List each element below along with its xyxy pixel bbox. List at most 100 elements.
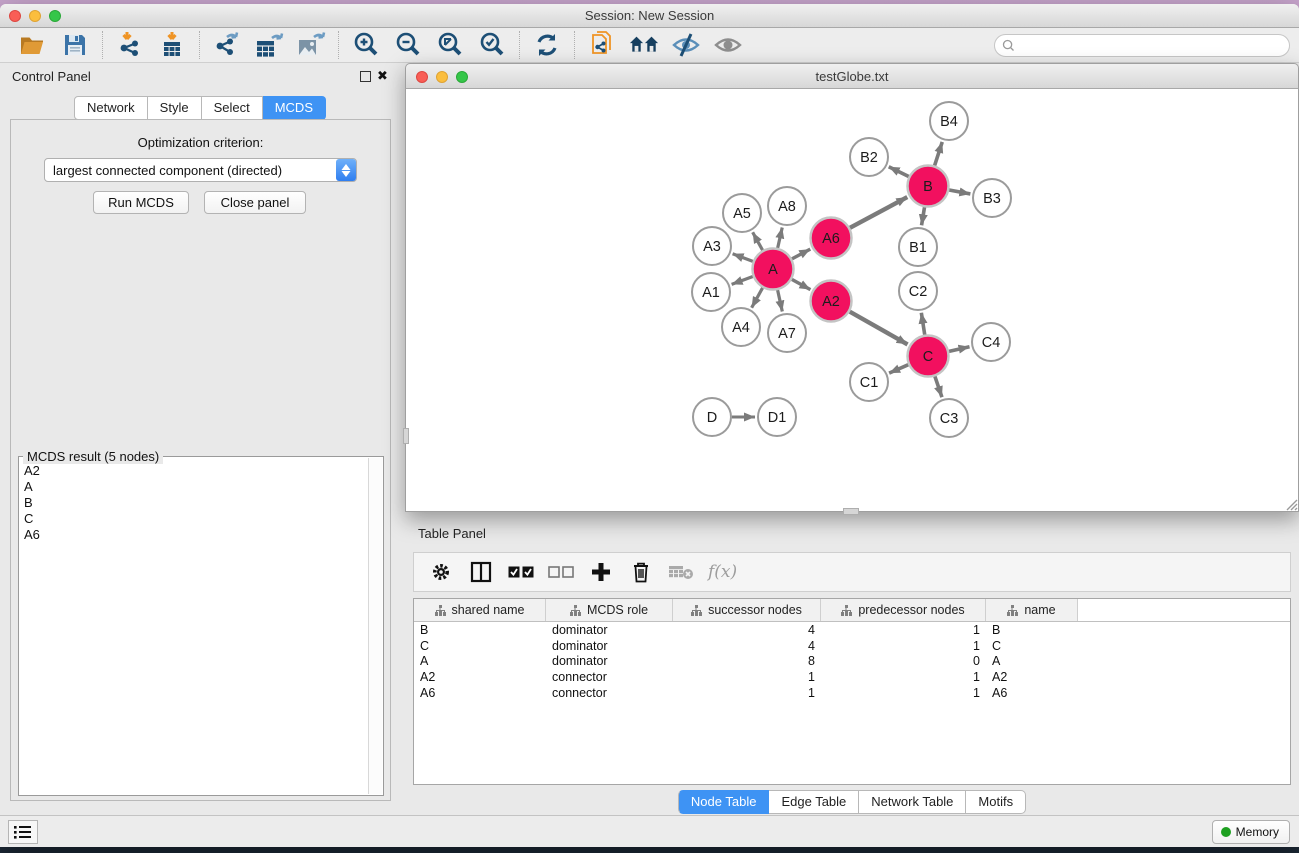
run-mcds-button[interactable]: Run MCDS [93, 191, 189, 214]
edge-C-C1[interactable] [889, 365, 908, 373]
table-cell[interactable]: A [414, 654, 546, 670]
unselect-all-columns-icon[interactable] [548, 559, 574, 585]
edge-A-A5[interactable] [753, 232, 763, 250]
zoom-selected-icon[interactable] [477, 31, 507, 59]
graph-node-C2[interactable]: C2 [899, 272, 937, 310]
table-cell[interactable]: A2 [414, 669, 546, 685]
new-network-from-selection-icon[interactable] [587, 31, 617, 59]
search-field[interactable] [994, 34, 1290, 57]
graph-node-D1[interactable]: D1 [758, 398, 796, 436]
float-panel-icon[interactable] [360, 71, 371, 82]
graph-node-B4[interactable]: B4 [930, 102, 968, 140]
graph-node-C4[interactable]: C4 [972, 323, 1010, 361]
edge-A-A2[interactable] [792, 279, 811, 289]
table-cell[interactable]: A [986, 654, 1078, 670]
export-network-icon[interactable] [212, 31, 242, 59]
select-all-columns-icon[interactable] [508, 559, 534, 585]
edge-A-A1[interactable] [732, 276, 753, 284]
table-cell[interactable]: A6 [986, 685, 1078, 701]
table-tab-edge-table[interactable]: Edge Table [769, 790, 859, 814]
table-cell[interactable]: 1 [821, 622, 986, 638]
memory-button[interactable]: Memory [1212, 820, 1290, 844]
add-column-icon[interactable] [588, 559, 614, 585]
table-row[interactable]: A2connector11A2 [414, 669, 1290, 685]
table-tab-motifs[interactable]: Motifs [966, 790, 1026, 814]
search-input[interactable] [1015, 37, 1289, 55]
edge-A-A4[interactable] [752, 288, 763, 308]
show-all-panels-icon[interactable] [629, 31, 659, 59]
graph-node-A8[interactable]: A8 [768, 187, 806, 225]
close-panel-button[interactable]: Close panel [204, 191, 306, 214]
network-canvas[interactable]: B4B2BB3A8A5A6A3B1AA1C2A2A4A7C4CC1DD1C3 [405, 89, 1299, 512]
edge-B-B3[interactable] [949, 190, 970, 194]
column-header-predecessor-nodes[interactable]: predecessor nodes [821, 599, 986, 621]
graph-node-C1[interactable]: C1 [850, 363, 888, 401]
result-list-scrollbar[interactable] [368, 458, 382, 794]
edge-B-B1[interactable] [922, 207, 925, 225]
edge-A2-C[interactable] [850, 312, 908, 345]
table-cell[interactable]: 4 [673, 622, 821, 638]
graph-node-C3[interactable]: C3 [930, 399, 968, 437]
table-cell[interactable]: 1 [821, 685, 986, 701]
graph-node-A4[interactable]: A4 [722, 308, 760, 346]
table-cell[interactable]: B [414, 622, 546, 638]
table-row[interactable]: Cdominator41C [414, 638, 1290, 654]
table-tab-network-table[interactable]: Network Table [859, 790, 966, 814]
edge-C-C4[interactable] [949, 347, 970, 352]
table-row[interactable]: Adominator80A [414, 654, 1290, 670]
table-tab-node-table[interactable]: Node Table [678, 790, 770, 814]
hide-selected-icon[interactable] [671, 31, 701, 59]
save-session-icon[interactable] [60, 31, 90, 59]
table-row[interactable]: Bdominator41B [414, 622, 1290, 638]
column-layout-icon[interactable] [468, 559, 494, 585]
open-file-icon[interactable] [18, 31, 48, 59]
column-header-name[interactable]: name [986, 599, 1078, 621]
result-list-item[interactable]: A [20, 479, 368, 495]
result-list-item[interactable]: A6 [20, 527, 368, 543]
export-image-icon[interactable] [296, 31, 326, 59]
close-panel-icon[interactable]: ✖ [377, 68, 388, 84]
edge-A6-B[interactable] [850, 197, 907, 228]
table-cell[interactable]: A6 [414, 685, 546, 701]
import-network-icon[interactable] [115, 31, 145, 59]
table-cell[interactable]: 8 [673, 654, 821, 670]
graph-node-B[interactable]: B [908, 166, 949, 207]
tab-select[interactable]: Select [202, 96, 263, 120]
edge-C-C3[interactable] [935, 376, 942, 397]
task-history-button[interactable] [8, 820, 38, 844]
table-row[interactable]: A6connector11A6 [414, 685, 1290, 701]
column-header-successor-nodes[interactable]: successor nodes [673, 599, 821, 621]
table-cell[interactable]: B [986, 622, 1078, 638]
graph-node-A[interactable]: A [753, 249, 794, 290]
edge-A-A8[interactable] [778, 227, 783, 248]
column-header-shared-name[interactable]: shared name [414, 599, 546, 621]
import-table-icon[interactable] [157, 31, 187, 59]
graph-node-C[interactable]: C [908, 336, 949, 377]
graph-node-B1[interactable]: B1 [899, 228, 937, 266]
tab-network[interactable]: Network [74, 96, 148, 120]
resize-grip-icon[interactable] [1284, 497, 1298, 511]
edge-B-B4[interactable] [935, 142, 943, 166]
edge-A-A7[interactable] [778, 290, 783, 312]
result-list-item[interactable]: C [20, 511, 368, 527]
edge-A-A6[interactable] [792, 249, 810, 259]
table-cell[interactable]: 1 [821, 669, 986, 685]
table-cell[interactable]: dominator [546, 654, 673, 670]
table-cell[interactable]: connector [546, 685, 673, 701]
delete-columns-icon[interactable] [628, 559, 654, 585]
graph-node-A6[interactable]: A6 [811, 218, 852, 259]
function-builder-icon[interactable]: f(x) [708, 562, 737, 582]
table-cell[interactable]: C [414, 638, 546, 654]
edge-C-C2[interactable] [921, 313, 924, 335]
graph-node-B3[interactable]: B3 [973, 179, 1011, 217]
table-cell[interactable]: 0 [821, 654, 986, 670]
edge-A-A3[interactable] [733, 254, 753, 262]
window-edge-grip[interactable] [843, 508, 859, 515]
graph-node-A1[interactable]: A1 [692, 273, 730, 311]
table-cell[interactable]: dominator [546, 638, 673, 654]
export-table-icon[interactable] [254, 31, 284, 59]
criterion-dropdown[interactable]: largest connected component (directed) [44, 158, 357, 182]
show-selected-icon[interactable] [713, 31, 743, 59]
zoom-fit-icon[interactable] [435, 31, 465, 59]
tab-style[interactable]: Style [148, 96, 202, 120]
